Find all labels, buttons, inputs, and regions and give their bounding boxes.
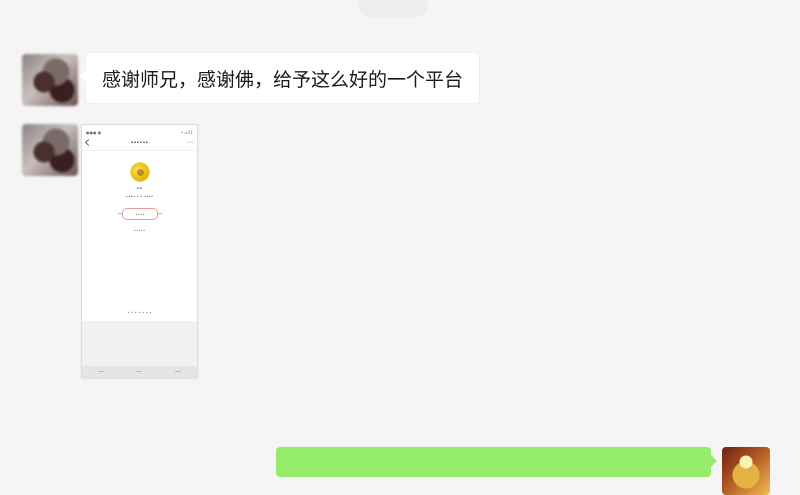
phone-footer-text: • • • • • • • (127, 310, 152, 315)
phone-empty-area (82, 321, 197, 366)
more-icon[interactable]: ⋯ (187, 139, 193, 146)
contact-avatar[interactable] (22, 54, 78, 106)
mini-program-name: •• (136, 186, 143, 192)
menu-icon (98, 371, 105, 372)
mini-program-link[interactable]: ••••• (82, 228, 197, 233)
contact-avatar[interactable] (22, 124, 78, 176)
sent-message-bubble[interactable] (276, 447, 717, 477)
status-left-text: ●●● ● (86, 129, 102, 135)
mini-program-subtitle: •••• • • •••• (125, 194, 154, 199)
my-avatar[interactable] (722, 447, 770, 495)
mini-program-logo (131, 163, 149, 181)
phone-nav-bar: •••••• ⋯ (82, 136, 197, 151)
status-right-text: • ◂ 21 (181, 129, 193, 135)
message-text: 感谢师兄，感谢佛，给予这么好的一个平台 (102, 68, 464, 91)
screenshot-image-message[interactable]: ●●● ● • ◂ 21 •••••• ⋯ •• •••• • • •••• •… (81, 124, 198, 378)
message-bubble[interactable]: 感谢师兄，感谢佛，给予这么好的一个平台 (79, 53, 480, 103)
back-icon[interactable] (84, 138, 93, 147)
home-icon (136, 371, 143, 372)
phone-page-title: •••••• (130, 140, 149, 146)
top-indicator (358, 0, 428, 18)
phone-bottom-bar (82, 366, 197, 377)
back-nav-icon (174, 371, 181, 372)
mini-program-button-label: •••• (135, 211, 145, 217)
mini-program-button[interactable]: •••• (118, 208, 162, 220)
phone-status-bar: ●●● ● • ◂ 21 (86, 128, 193, 136)
